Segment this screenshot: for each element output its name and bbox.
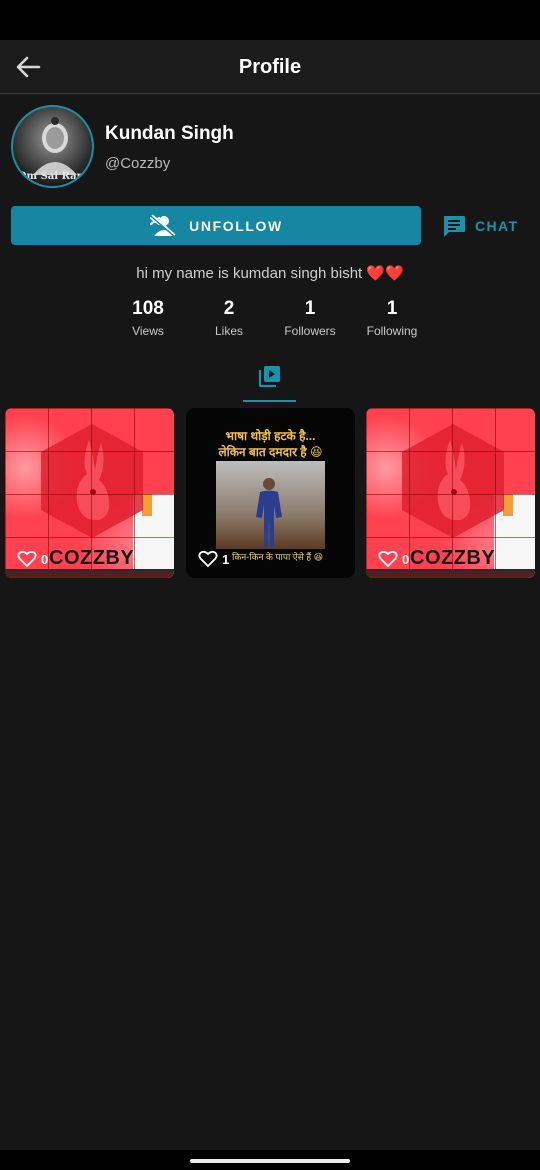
stat-value: 1 <box>304 298 316 319</box>
stat-value: 1 <box>386 298 398 319</box>
thumb-photo <box>216 461 325 549</box>
stat-label: Views <box>132 324 164 338</box>
thumb-caption: किन-किन के पापा ऐसे हैं 😆 <box>232 552 323 562</box>
unfollow-button[interactable]: UNFOLLOW <box>11 206 421 245</box>
avatar-caption: Om Sai Ram <box>17 171 88 182</box>
thumb-headline: भाषा थोड़ी हटके है... लेकिन बात दमदार है… <box>186 428 355 460</box>
like-count: 0 <box>402 551 410 567</box>
system-nav-bar <box>0 1150 540 1170</box>
heart-outline-icon <box>17 550 37 568</box>
stat-views[interactable]: 108 Views <box>103 298 193 338</box>
video-thumbnail[interactable]: COZZBY 0 <box>366 408 535 578</box>
thumb-bottom-strip <box>366 569 535 578</box>
app-bar: Profile <box>0 40 540 94</box>
video-library-icon <box>258 366 280 388</box>
thumb-brand: COZZBY <box>49 547 135 569</box>
chat-button[interactable]: CHAT <box>441 210 518 242</box>
bio: hi my name is kumdan singh bisht ❤️❤️ <box>0 264 540 282</box>
thumb-bottom-strip <box>5 569 174 578</box>
profile-name: Kundan Singh <box>105 123 234 144</box>
thumb-brand: COZZBY <box>410 547 496 569</box>
home-indicator[interactable] <box>190 1159 350 1163</box>
page-title: Profile <box>238 56 302 78</box>
heart-outline-icon <box>198 550 218 568</box>
bio-text: hi my name is kumdan singh bisht <box>136 265 363 282</box>
like-button[interactable]: 1 <box>198 550 229 568</box>
stat-likes[interactable]: 2 Likes <box>184 298 274 338</box>
person-figure-icon <box>256 478 282 547</box>
chat-bubble-icon <box>444 216 465 237</box>
like-button[interactable]: 0 <box>17 550 48 568</box>
unfollow-label: UNFOLLOW <box>189 217 283 234</box>
tab-videos[interactable] <box>243 360 296 402</box>
stat-label: Likes <box>214 324 243 338</box>
like-button[interactable]: 0 <box>378 550 409 568</box>
tab-active-indicator <box>243 400 296 402</box>
stat-followers[interactable]: 1 Followers <box>265 298 355 338</box>
thumb-headline-line2: लेकिन बात दमदार है 😆 <box>218 445 323 459</box>
heart-outline-icon <box>378 550 398 568</box>
video-thumbnail[interactable]: भाषा थोड़ी हटके है... लेकिन बात दमदार है… <box>186 408 355 578</box>
status-bar <box>0 0 540 40</box>
person-remove-icon <box>150 213 177 237</box>
stat-label: Followers <box>284 324 336 338</box>
chat-label: CHAT <box>475 218 519 234</box>
stat-following[interactable]: 1 Following <box>347 298 437 338</box>
stat-value: 108 <box>132 298 164 319</box>
like-count: 0 <box>41 551 49 567</box>
like-count: 1 <box>222 551 230 567</box>
thumb-headline-line1: भाषा थोड़ी हटके है... <box>225 429 316 443</box>
profile-handle: @Cozzby <box>105 155 171 172</box>
stat-label: Following <box>366 324 418 338</box>
avatar[interactable]: Om Sai Ram <box>11 105 94 188</box>
bio-emoji: ❤️❤️ <box>366 265 404 282</box>
video-thumbnail[interactable]: COZZBY 0 <box>5 408 174 578</box>
stat-value: 2 <box>223 298 235 319</box>
